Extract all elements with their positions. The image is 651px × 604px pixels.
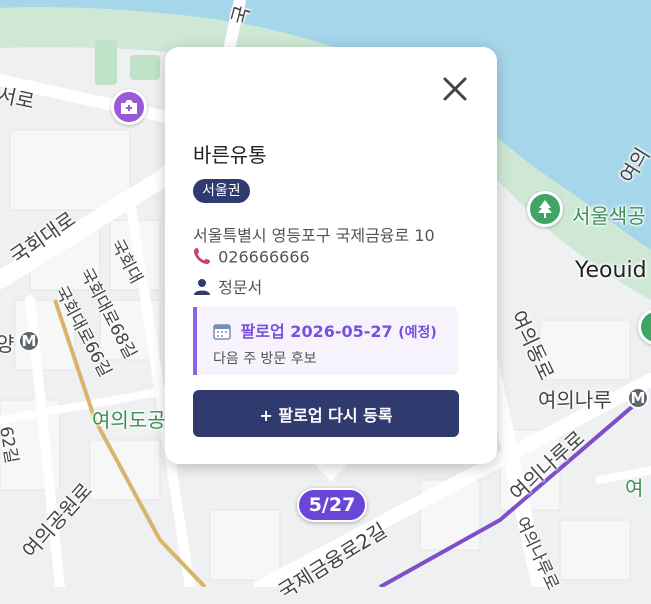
place-label: 서울색공 <box>572 204 646 228</box>
manager-name: 정문서 <box>218 278 263 297</box>
followup-title: 팔로업 2026-05-27 (예정) <box>213 318 437 344</box>
camera-plus-icon[interactable] <box>111 89 147 125</box>
popup-tail <box>313 462 349 482</box>
map-date-marker[interactable]: 5/27 <box>297 488 367 522</box>
close-icon <box>443 77 467 101</box>
store-info-popup: 바른유통 서울권 서울특별시 영등포구 국제금융로 10 026666666 정… <box>165 47 497 464</box>
place-label: 여의나루 <box>538 388 612 412</box>
person-icon <box>193 278 213 300</box>
followup-date: 팔로업 2026-05-27 <box>240 322 393 341</box>
phone-icon <box>193 247 213 269</box>
store-name: 바른유통 <box>193 143 267 167</box>
metro-station-icon[interactable]: M <box>18 330 40 352</box>
metro-station-icon[interactable]: M <box>627 387 649 409</box>
place-label: 여의도공 <box>92 408 166 432</box>
close-button[interactable] <box>437 71 473 107</box>
re-register-followup-button[interactable]: + 팔로업 다시 등록 <box>193 390 459 437</box>
phone-row[interactable]: 026666666 <box>193 247 310 269</box>
place-label: 양 <box>0 332 15 356</box>
calendar-icon <box>213 322 231 344</box>
phone-number: 026666666 <box>218 247 310 267</box>
followup-status: (예정) <box>398 325 437 341</box>
followup-note: 다음 주 방문 후보 <box>213 351 317 367</box>
place-label: 여 <box>625 476 644 500</box>
address-text: 서울특별시 영등포구 국제금융로 10 <box>193 226 435 245</box>
tree-icon[interactable] <box>527 191 563 227</box>
followup-card[interactable]: 팔로업 2026-05-27 (예정) 다음 주 방문 후보 <box>193 307 458 375</box>
region-badge: 서울권 <box>193 179 250 203</box>
manager-row: 정문서 <box>193 274 262 300</box>
place-label: Yeouid <box>575 258 647 283</box>
